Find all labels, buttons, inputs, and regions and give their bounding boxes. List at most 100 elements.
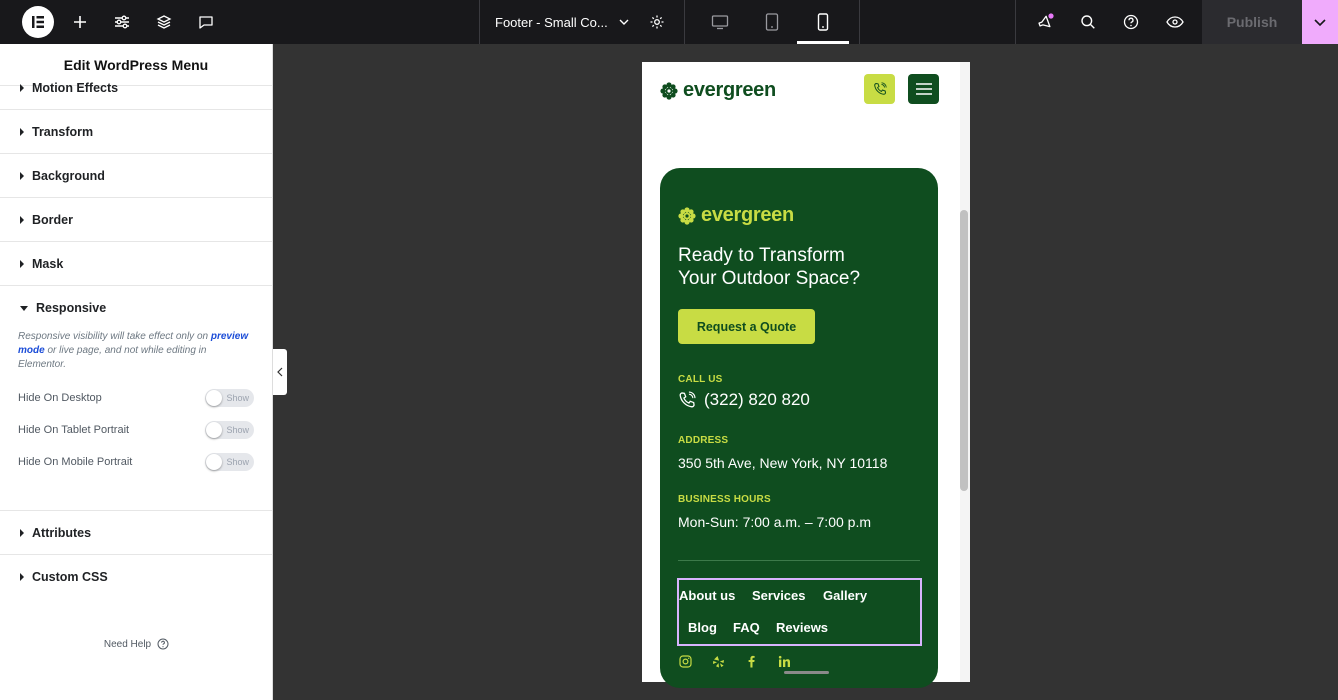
flower-logo-icon (660, 81, 678, 100)
site-logo-text: evergreen (683, 79, 776, 101)
hide-mobile-toggle[interactable]: Show (205, 453, 254, 471)
comment-icon (199, 16, 213, 29)
help-icon (1123, 14, 1139, 30)
footer-phone-link[interactable]: (322) 820 820 (678, 390, 810, 410)
footer-logo-text: evergreen (701, 204, 794, 226)
drag-handle[interactable] (784, 671, 829, 674)
yelp-icon[interactable] (711, 654, 725, 668)
desktop-view-button[interactable] (706, 0, 734, 44)
need-help-link[interactable]: Need Help (0, 638, 272, 650)
chevron-down-icon (619, 19, 629, 25)
request-quote-button[interactable]: Request a Quote (678, 309, 815, 344)
phone-icon (679, 391, 696, 408)
caret-right-icon (20, 83, 24, 92)
add-element-button[interactable] (66, 0, 94, 44)
section-label: Responsive (36, 301, 107, 315)
section-label: Attributes (32, 525, 92, 540)
help-icon (157, 638, 169, 650)
hide-mobile-label: Hide On Mobile Portrait (18, 456, 133, 468)
hide-desktop-row: Hide On Desktop Show (18, 382, 254, 414)
chevron-left-icon (277, 367, 283, 377)
desktop-icon (711, 15, 729, 30)
hide-tablet-label: Hide On Tablet Portrait (18, 424, 130, 436)
search-icon (1081, 15, 1095, 29)
caret-right-icon (20, 528, 24, 537)
call-us-label: CALL US (678, 374, 723, 385)
caret-right-icon (20, 215, 24, 224)
need-help-label: Need Help (103, 638, 152, 650)
section-attributes[interactable]: Attributes (0, 511, 272, 555)
flower-logo-icon (678, 206, 696, 225)
section-mask[interactable]: Mask (0, 242, 272, 286)
section-label: Custom CSS (32, 570, 108, 584)
caret-down-icon (20, 305, 28, 311)
publish-options-button[interactable] (1302, 0, 1338, 44)
editor-topbar: Footer - Small Co... Publish (0, 0, 1338, 44)
help-button[interactable] (1117, 0, 1145, 44)
document-title: Footer - Small Co... (495, 14, 608, 30)
hide-desktop-toggle[interactable]: Show (205, 389, 254, 407)
layers-icon (156, 15, 172, 29)
section-label: Motion Effects (32, 80, 119, 95)
structure-button[interactable] (150, 0, 178, 44)
document-title-dropdown[interactable]: Footer - Small Co... (495, 0, 630, 44)
menu-item-about[interactable]: About us (679, 588, 735, 603)
notifications-button[interactable] (1031, 0, 1059, 44)
hide-mobile-row: Hide On Mobile Portrait Show (18, 446, 254, 478)
footer-hours: Mon-Sun: 7:00 a.m. – 7:00 p.m (678, 514, 871, 530)
facebook-icon[interactable] (744, 654, 758, 668)
section-custom-css[interactable]: Custom CSS (0, 555, 272, 599)
header-call-button[interactable] (864, 74, 895, 104)
footer-wordpress-menu[interactable]: About us Services Gallery Blog FAQ Revie… (677, 578, 922, 646)
section-responsive[interactable]: Responsive (0, 286, 272, 330)
preview-scrollbar-thumb[interactable] (960, 210, 968, 491)
section-label: Border (32, 212, 73, 227)
megaphone-icon (1038, 13, 1054, 28)
hide-tablet-toggle[interactable]: Show (205, 421, 254, 439)
caret-right-icon (20, 573, 24, 581)
section-transform[interactable]: Transform (0, 110, 272, 154)
hide-tablet-row: Hide On Tablet Portrait Show (18, 414, 254, 446)
footer-divider (678, 560, 920, 561)
tablet-view-button[interactable] (758, 0, 786, 44)
menu-item-gallery[interactable]: Gallery (823, 588, 867, 603)
section-background[interactable]: Background (0, 154, 272, 198)
tablet-icon (765, 13, 779, 31)
header-menu-button[interactable] (908, 74, 939, 104)
business-hours-label: BUSINESS HOURS (678, 494, 771, 505)
responsive-controls: Responsive visibility will take effect o… (0, 330, 272, 511)
section-motion-effects[interactable]: Motion Effects (0, 66, 272, 110)
elementor-logo-button[interactable] (22, 6, 54, 38)
responsive-note: Responsive visibility will take effect o… (18, 331, 249, 370)
footer-headline: Ready to Transform Your Outdoor Space? (678, 245, 861, 289)
address-label: ADDRESS (678, 435, 729, 446)
gear-icon (650, 15, 664, 29)
mobile-view-button[interactable] (809, 0, 837, 44)
search-button[interactable] (1074, 0, 1102, 44)
menu-item-faq[interactable]: FAQ (733, 620, 760, 635)
editor-panel: Edit WordPress Menu Motion Effects Trans… (0, 44, 273, 700)
menu-item-reviews[interactable]: Reviews (776, 620, 828, 635)
site-settings-button[interactable] (108, 0, 136, 44)
hamburger-icon (915, 83, 932, 95)
publish-button[interactable]: Publish (1202, 0, 1302, 44)
plus-icon (74, 16, 86, 28)
linkedin-icon[interactable] (777, 654, 791, 668)
collapse-panel-button[interactable] (273, 349, 287, 395)
comments-button[interactable] (192, 0, 220, 44)
site-logo[interactable]: evergreen (660, 79, 776, 102)
phone-icon (873, 82, 887, 95)
page-settings-button[interactable] (645, 0, 669, 44)
active-device-indicator (797, 41, 849, 44)
instagram-icon[interactable] (678, 654, 692, 668)
social-links (678, 654, 791, 668)
footer-cta-card: evergreen Ready to Transform Your Outdoo… (660, 168, 938, 688)
preview-button[interactable] (1161, 0, 1189, 44)
menu-item-services[interactable]: Services (752, 588, 806, 603)
menu-item-blog[interactable]: Blog (688, 620, 717, 635)
section-label: Mask (32, 256, 64, 271)
caret-right-icon (20, 259, 24, 268)
section-border[interactable]: Border (0, 198, 272, 242)
footer-logo[interactable]: evergreen (678, 204, 794, 227)
elementor-logo-icon (32, 16, 44, 28)
